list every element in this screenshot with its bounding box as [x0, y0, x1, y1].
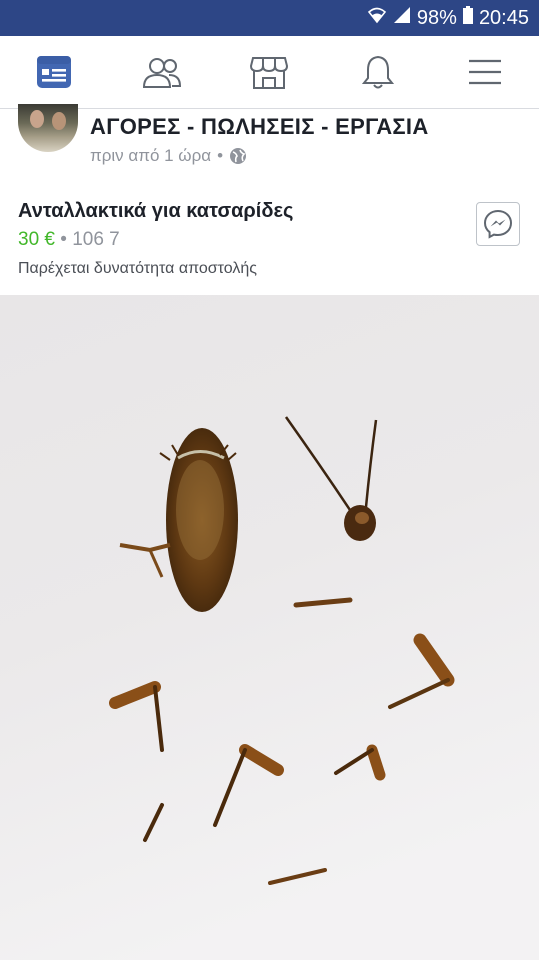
- message-seller-button[interactable]: [476, 202, 520, 246]
- globe-icon: [230, 148, 247, 164]
- cockroach-parts-image: [0, 295, 539, 960]
- nav-bar: [0, 36, 539, 109]
- listing-price: 30 €: [18, 229, 55, 250]
- marketplace-tab[interactable]: [233, 36, 305, 108]
- battery-percent: 98%: [416, 6, 457, 29]
- post-meta: πριν από 1 ώρα •: [90, 146, 247, 166]
- news-feed-icon: [37, 56, 71, 88]
- listing-location: 106 7: [72, 229, 120, 250]
- group-name[interactable]: ΑΓΟΡΕΣ - ΠΩΛΗΣΕΙΣ - ΕΡΓΑΣΙΑ: [90, 114, 429, 140]
- friends-tab[interactable]: [126, 36, 198, 108]
- wifi-icon: [367, 6, 387, 30]
- bell-icon: [361, 55, 395, 89]
- news-feed-tab[interactable]: [18, 36, 90, 108]
- status-right: 98% 20:45: [367, 0, 529, 36]
- listing-title[interactable]: Ανταλλακτικά για κατσαρίδες: [18, 200, 293, 223]
- post-header: ΑΓΟΡΕΣ - ΠΩΛΗΣΕΙΣ - ΕΡΓΑΣΙΑ πριν από 1 ώ…: [0, 104, 539, 178]
- battery-icon: [462, 6, 473, 30]
- menu-tab[interactable]: [449, 36, 521, 108]
- status-bar: 98% 20:45: [0, 0, 539, 36]
- listing-photo[interactable]: [0, 295, 539, 960]
- listing-info: Ανταλλακτικά για κατσαρίδες 30 € • 106 7…: [0, 178, 539, 295]
- post-time[interactable]: πριν από 1 ώρα: [90, 146, 211, 166]
- marketplace-icon: [250, 57, 288, 89]
- friends-icon: [142, 58, 182, 88]
- listing-price-row: 30 € • 106 7: [18, 229, 120, 251]
- messenger-icon: [483, 209, 513, 239]
- shipping-note: Παρέχεται δυνατότητα αποστολής: [18, 260, 257, 277]
- hamburger-menu-icon: [469, 59, 501, 85]
- price-separator: •: [60, 229, 67, 250]
- notifications-tab[interactable]: [342, 36, 414, 108]
- clock: 20:45: [478, 6, 529, 29]
- avatar[interactable]: [18, 104, 78, 152]
- signal-icon: [393, 6, 411, 30]
- meta-separator: •: [217, 146, 224, 165]
